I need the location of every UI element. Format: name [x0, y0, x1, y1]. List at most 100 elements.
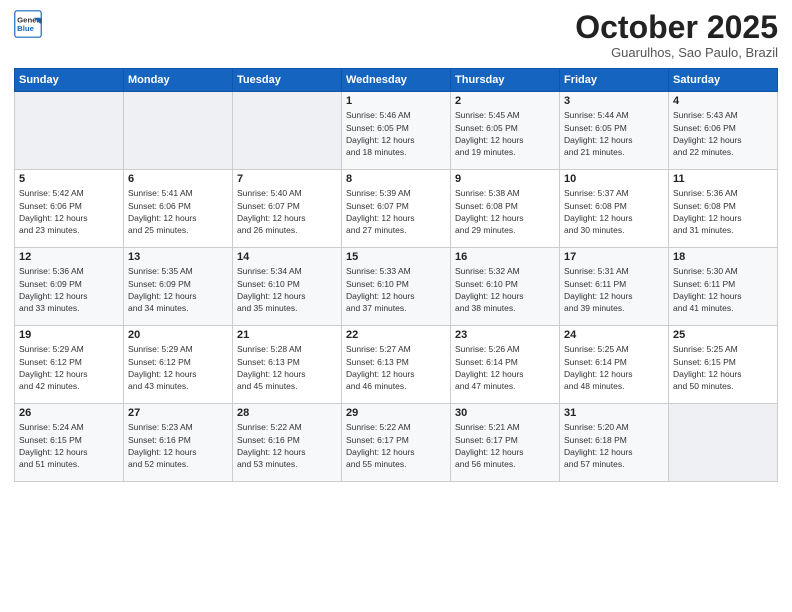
day-info: Sunrise: 5:36 AM Sunset: 6:08 PM Dayligh…	[673, 187, 773, 236]
day-info: Sunrise: 5:46 AM Sunset: 6:05 PM Dayligh…	[346, 109, 446, 158]
day-info: Sunrise: 5:22 AM Sunset: 6:17 PM Dayligh…	[346, 421, 446, 470]
day-number: 1	[346, 95, 446, 107]
weekday-header-saturday: Saturday	[669, 69, 778, 92]
day-info: Sunrise: 5:34 AM Sunset: 6:10 PM Dayligh…	[237, 265, 337, 314]
day-info: Sunrise: 5:23 AM Sunset: 6:16 PM Dayligh…	[128, 421, 228, 470]
calendar-cell	[15, 92, 124, 170]
calendar-cell	[124, 92, 233, 170]
weekday-header-wednesday: Wednesday	[342, 69, 451, 92]
calendar-cell: 30Sunrise: 5:21 AM Sunset: 6:17 PM Dayli…	[451, 404, 560, 482]
day-info: Sunrise: 5:36 AM Sunset: 6:09 PM Dayligh…	[19, 265, 119, 314]
calendar-cell: 12 Sunrise: 5:36 AM Sunset: 6:09 PM Dayli…	[15, 248, 124, 326]
week-row-3: 12 Sunrise: 5:36 AM Sunset: 6:09 PM Dayli…	[15, 248, 778, 326]
day-number: 3	[564, 95, 664, 107]
day-info: Sunrise: 5:45 AM Sunset: 6:05 PM Dayligh…	[455, 109, 555, 158]
weekday-header-thursday: Thursday	[451, 69, 560, 92]
day-number: 28	[237, 407, 337, 419]
day-number: 14	[237, 251, 337, 263]
day-number: 11	[673, 173, 773, 185]
day-info: Sunrise: 5:44 AM Sunset: 6:05 PM Dayligh…	[564, 109, 664, 158]
day-number: 25	[673, 329, 773, 341]
calendar-cell: 29 Sunrise: 5:22 AM Sunset: 6:17 PM Dayli…	[342, 404, 451, 482]
day-info: Sunrise: 5:25 AM Sunset: 6:14 PM Dayligh…	[564, 343, 664, 392]
day-info: Sunrise: 5:25 AM Sunset: 6:15 PM Dayligh…	[673, 343, 773, 392]
day-number: 6	[128, 173, 228, 185]
calendar-table: SundayMondayTuesdayWednesdayThursdayFrid…	[14, 68, 778, 482]
day-info: Sunrise: 5:42 AM Sunset: 6:06 PM Dayligh…	[19, 187, 119, 236]
day-info: Sunrise: 5:39 AM Sunset: 6:07 PM Dayligh…	[346, 187, 446, 236]
weekday-header-row: SundayMondayTuesdayWednesdayThursdayFrid…	[15, 69, 778, 92]
weekday-header-tuesday: Tuesday	[233, 69, 342, 92]
calendar-cell: 31 Sunrise: 5:20 AM Sunset: 6:18 PM Dayli…	[560, 404, 669, 482]
day-info: Sunrise: 5:31 AM Sunset: 6:11 PM Dayligh…	[564, 265, 664, 314]
calendar-cell: 20 Sunrise: 5:29 AM Sunset: 6:12 PM Dayli…	[124, 326, 233, 404]
day-info: Sunrise: 5:24 AM Sunset: 6:15 PM Dayligh…	[19, 421, 119, 470]
calendar-cell: 28 Sunrise: 5:22 AM Sunset: 6:16 PM Dayli…	[233, 404, 342, 482]
calendar-cell: 7Sunrise: 5:40 AM Sunset: 6:07 PM Daylig…	[233, 170, 342, 248]
day-number: 16	[455, 251, 555, 263]
week-row-1: 1 Sunrise: 5:46 AM Sunset: 6:05 PM Daylig…	[15, 92, 778, 170]
day-info: Sunrise: 5:27 AM Sunset: 6:13 PM Dayligh…	[346, 343, 446, 392]
calendar-cell: 17 Sunrise: 5:31 AM Sunset: 6:11 PM Dayli…	[560, 248, 669, 326]
calendar-cell: 14 Sunrise: 5:34 AM Sunset: 6:10 PM Dayli…	[233, 248, 342, 326]
weekday-header-monday: Monday	[124, 69, 233, 92]
logo-icon: General Blue	[14, 10, 42, 38]
title-block: October 2025 Guarulhos, Sao Paulo, Brazi…	[575, 10, 778, 60]
calendar-cell: 15Sunrise: 5:33 AM Sunset: 6:10 PM Dayli…	[342, 248, 451, 326]
week-row-2: 5 Sunrise: 5:42 AM Sunset: 6:06 PM Daylig…	[15, 170, 778, 248]
day-number: 12	[19, 251, 119, 263]
day-number: 17	[564, 251, 664, 263]
calendar-cell: 1 Sunrise: 5:46 AM Sunset: 6:05 PM Daylig…	[342, 92, 451, 170]
day-info: Sunrise: 5:29 AM Sunset: 6:12 PM Dayligh…	[128, 343, 228, 392]
calendar-cell	[669, 404, 778, 482]
day-number: 13	[128, 251, 228, 263]
svg-text:Blue: Blue	[17, 24, 35, 33]
calendar-cell: 4 Sunrise: 5:43 AM Sunset: 6:06 PM Daylig…	[669, 92, 778, 170]
day-number: 4	[673, 95, 773, 107]
month-title: October 2025	[575, 10, 778, 45]
day-info: Sunrise: 5:28 AM Sunset: 6:13 PM Dayligh…	[237, 343, 337, 392]
calendar-cell: 23Sunrise: 5:26 AM Sunset: 6:14 PM Dayli…	[451, 326, 560, 404]
header: General Blue October 2025 Guarulhos, Sao…	[14, 10, 778, 60]
calendar-cell: 19 Sunrise: 5:29 AM Sunset: 6:12 PM Dayli…	[15, 326, 124, 404]
calendar-cell: 18Sunrise: 5:30 AM Sunset: 6:11 PM Dayli…	[669, 248, 778, 326]
day-number: 19	[19, 329, 119, 341]
calendar-cell: 25 Sunrise: 5:25 AM Sunset: 6:15 PM Dayli…	[669, 326, 778, 404]
day-number: 8	[346, 173, 446, 185]
calendar-cell: 8 Sunrise: 5:39 AM Sunset: 6:07 PM Daylig…	[342, 170, 451, 248]
day-number: 15	[346, 251, 446, 263]
calendar-cell: 13 Sunrise: 5:35 AM Sunset: 6:09 PM Dayli…	[124, 248, 233, 326]
week-row-5: 26Sunrise: 5:24 AM Sunset: 6:15 PM Dayli…	[15, 404, 778, 482]
calendar-cell: 21 Sunrise: 5:28 AM Sunset: 6:13 PM Dayli…	[233, 326, 342, 404]
calendar-cell: 16 Sunrise: 5:32 AM Sunset: 6:10 PM Dayli…	[451, 248, 560, 326]
day-number: 29	[346, 407, 446, 419]
day-number: 24	[564, 329, 664, 341]
day-info: Sunrise: 5:29 AM Sunset: 6:12 PM Dayligh…	[19, 343, 119, 392]
day-number: 21	[237, 329, 337, 341]
day-info: Sunrise: 5:40 AM Sunset: 6:07 PM Dayligh…	[237, 187, 337, 236]
calendar-cell: 5 Sunrise: 5:42 AM Sunset: 6:06 PM Daylig…	[15, 170, 124, 248]
day-info: Sunrise: 5:22 AM Sunset: 6:16 PM Dayligh…	[237, 421, 337, 470]
day-number: 5	[19, 173, 119, 185]
calendar-cell: 26Sunrise: 5:24 AM Sunset: 6:15 PM Dayli…	[15, 404, 124, 482]
weekday-header-friday: Friday	[560, 69, 669, 92]
day-number: 20	[128, 329, 228, 341]
day-info: Sunrise: 5:20 AM Sunset: 6:18 PM Dayligh…	[564, 421, 664, 470]
day-info: Sunrise: 5:41 AM Sunset: 6:06 PM Dayligh…	[128, 187, 228, 236]
day-number: 22	[346, 329, 446, 341]
calendar-cell: 3 Sunrise: 5:44 AM Sunset: 6:05 PM Daylig…	[560, 92, 669, 170]
day-info: Sunrise: 5:32 AM Sunset: 6:10 PM Dayligh…	[455, 265, 555, 314]
day-number: 31	[564, 407, 664, 419]
day-number: 18	[673, 251, 773, 263]
day-info: Sunrise: 5:35 AM Sunset: 6:09 PM Dayligh…	[128, 265, 228, 314]
day-info: Sunrise: 5:21 AM Sunset: 6:17 PM Dayligh…	[455, 421, 555, 470]
calendar-cell: 9Sunrise: 5:38 AM Sunset: 6:08 PM Daylig…	[451, 170, 560, 248]
calendar-cell: 22 Sunrise: 5:27 AM Sunset: 6:13 PM Dayli…	[342, 326, 451, 404]
day-info: Sunrise: 5:43 AM Sunset: 6:06 PM Dayligh…	[673, 109, 773, 158]
calendar-cell: 2Sunrise: 5:45 AM Sunset: 6:05 PM Daylig…	[451, 92, 560, 170]
calendar-page: General Blue October 2025 Guarulhos, Sao…	[0, 0, 792, 612]
week-row-4: 19 Sunrise: 5:29 AM Sunset: 6:12 PM Dayli…	[15, 326, 778, 404]
day-number: 10	[564, 173, 664, 185]
calendar-cell: 27 Sunrise: 5:23 AM Sunset: 6:16 PM Dayli…	[124, 404, 233, 482]
day-number: 27	[128, 407, 228, 419]
